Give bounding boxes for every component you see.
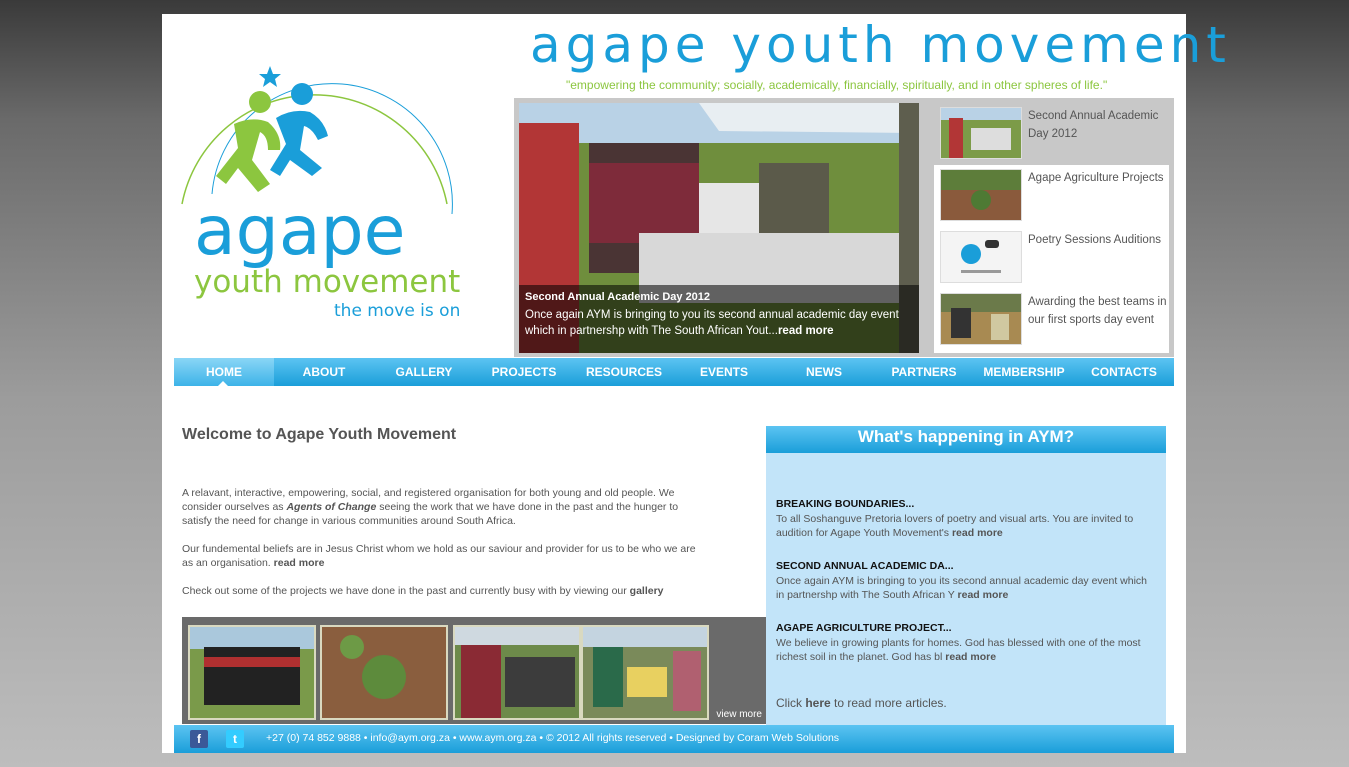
view-more-link[interactable]: view more (716, 709, 762, 720)
beliefs-read-more-link[interactable]: read more (274, 557, 325, 569)
news-title[interactable]: BREAKING BOUNDARIES... (776, 498, 1156, 510)
gallery-thumb[interactable] (453, 625, 581, 720)
news-header: What's happening in AYM? (766, 426, 1166, 453)
gallery-paragraph: Check out some of the projects we have d… (182, 584, 702, 598)
thumb-image (940, 107, 1022, 159)
logo-graphic: agape youth movement the move is on (181, 66, 460, 321)
footer-text: +27 (0) 74 852 9888 • info@aym.org.za • … (266, 732, 840, 744)
thumb-label: Awarding the best teams in our first spo… (1028, 296, 1167, 326)
logo-word: agape (194, 192, 406, 271)
intro-emphasis: Agents of Change (286, 501, 377, 513)
slide-read-more-link[interactable]: read more (778, 325, 834, 337)
nav-news[interactable]: NEWS (774, 358, 874, 386)
gallery-strip: view more (182, 617, 766, 724)
thumb-label: Poetry Sessions Auditions (1028, 234, 1161, 246)
news-item: AGAPE AGRICULTURE PROJECT... We believe … (776, 622, 1156, 664)
footer-bar: f t +27 (0) 74 852 9888 • info@aym.org.z… (174, 725, 1174, 753)
intro-paragraph: A relavant, interactive, empowering, soc… (182, 486, 702, 528)
welcome-title: Welcome to Agape Youth Movement (182, 426, 457, 443)
news-title[interactable]: AGAPE AGRICULTURE PROJECT... (776, 622, 1156, 634)
slider-thumb-item[interactable]: Agape Agriculture Projects (934, 165, 1169, 227)
news-title[interactable]: SECOND ANNUAL ACADEMIC DA... (776, 560, 1156, 572)
thumb-label: Agape Agriculture Projects (1028, 172, 1164, 184)
slider-thumb-item[interactable]: Second Annual Academic Day 2012 (934, 103, 1169, 165)
nav-resources[interactable]: RESOURCES (574, 358, 674, 386)
slide-caption: Second Annual Academic Day 2012 Once aga… (519, 285, 919, 353)
nav-label: HOME (206, 365, 242, 379)
nav-membership[interactable]: MEMBERSHIP (974, 358, 1074, 386)
gallery-text: Check out some of the projects we have d… (182, 585, 627, 597)
news-body: We believe in growing plants for homes. … (776, 636, 1156, 664)
site-title: agape youth movement (530, 16, 1231, 74)
site-tagline: "empowering the community; socially, aca… (566, 78, 1108, 92)
nav-home[interactable]: HOME (174, 358, 274, 386)
slider-thumbnail-list: Second Annual Academic Day 2012 Agape Ag… (934, 103, 1169, 353)
nav-events[interactable]: EVENTS (674, 358, 774, 386)
twitter-icon[interactable]: t (226, 730, 244, 748)
thumb-label: Second Annual Academic Day 2012 (1028, 110, 1159, 140)
nav-contacts[interactable]: CONTACTS (1074, 358, 1174, 386)
news-read-more-link[interactable]: read more (952, 527, 1003, 539)
slider-thumb-item[interactable]: Awarding the best teams in our first spo… (934, 289, 1169, 351)
news-more-prefix: Click (776, 696, 802, 710)
nav-projects[interactable]: PROJECTS (474, 358, 574, 386)
gallery-thumb[interactable] (581, 625, 709, 720)
facebook-icon[interactable]: f (190, 730, 208, 748)
nav-active-marker (218, 381, 228, 386)
slide-caption-text: Once again AYM is bringing to you its se… (525, 307, 913, 339)
logo-motto: the move is on (334, 301, 460, 321)
thumb-image (940, 293, 1022, 345)
nav-about[interactable]: ABOUT (274, 358, 374, 386)
thumb-image (940, 169, 1022, 221)
news-panel: What's happening in AYM? BREAKING BOUNDA… (766, 426, 1166, 730)
slide-caption-body: Once again AYM is bringing to you its se… (525, 309, 899, 337)
news-item: BREAKING BOUNDARIES... To all Soshanguve… (776, 498, 1156, 540)
gallery-thumb[interactable] (188, 625, 316, 720)
news-more-suffix: to read more articles. (834, 696, 947, 710)
logo-sub: youth movement (194, 264, 460, 300)
slider-thumb-item[interactable]: Poetry Sessions Auditions (934, 227, 1169, 289)
news-read-more-link[interactable]: read more (945, 651, 996, 663)
site-logo[interactable]: agape youth movement the move is on (172, 64, 472, 324)
news-more-line: Click here to read more articles. (776, 696, 947, 710)
featured-slider: Second Annual Academic Day 2012 Once aga… (514, 98, 1174, 357)
page-container: agape youth movement the move is on agap… (162, 14, 1231, 753)
nav-partners[interactable]: PARTNERS (874, 358, 974, 386)
news-body: To all Soshanguve Pretoria lovers of poe… (776, 512, 1156, 540)
active-thumb-arrow (922, 122, 934, 138)
gallery-thumb[interactable] (320, 625, 448, 720)
nav-gallery[interactable]: GALLERY (374, 358, 474, 386)
slide-caption-title: Second Annual Academic Day 2012 (525, 291, 711, 303)
news-more-link[interactable]: here (805, 696, 830, 710)
gallery-link[interactable]: gallery (630, 585, 664, 597)
news-read-more-link[interactable]: read more (958, 589, 1009, 601)
news-item: SECOND ANNUAL ACADEMIC DA... Once again … (776, 560, 1156, 602)
news-body: Once again AYM is bringing to you its se… (776, 574, 1156, 602)
main-nav: HOME ABOUT GALLERY PROJECTS RESOURCES EV… (174, 358, 1174, 386)
thumb-image (940, 231, 1022, 283)
beliefs-paragraph: Our fundemental beliefs are in Jesus Chr… (182, 542, 702, 570)
beliefs-text: Our fundemental beliefs are in Jesus Chr… (182, 543, 696, 569)
